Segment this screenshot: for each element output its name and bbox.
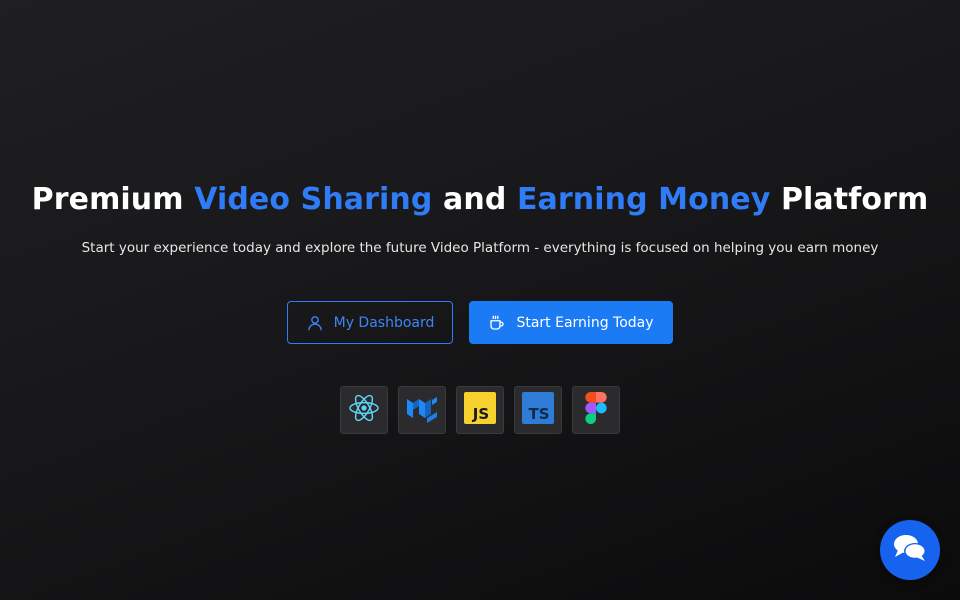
typescript-icon: TS	[522, 392, 554, 428]
tech-tile-typescript: TS	[514, 386, 562, 434]
user-icon	[306, 314, 324, 332]
tech-stack-row: JS TS	[340, 386, 620, 434]
svg-text:JS: JS	[472, 405, 489, 423]
figma-icon	[585, 392, 607, 428]
javascript-icon: JS	[464, 392, 496, 428]
coffee-cup-icon	[488, 314, 506, 332]
tech-tile-figma	[572, 386, 620, 434]
start-earning-label: Start Earning Today	[516, 314, 654, 331]
chat-button[interactable]	[880, 520, 940, 580]
chat-bubbles-icon	[891, 531, 929, 569]
headline-part-3: Platform	[770, 182, 929, 217]
headline-part-1: Premium	[31, 182, 195, 217]
hero-headline: Premium Video Sharing and Earning Money …	[0, 182, 960, 217]
react-icon	[348, 392, 380, 428]
tech-tile-javascript: JS	[456, 386, 504, 434]
headline-accent-earning-money: Earning Money	[516, 182, 771, 217]
tech-tile-react	[340, 386, 388, 434]
hero-subtitle: Start your experience today and explore …	[81, 240, 879, 256]
headline-part-2: and	[432, 182, 517, 217]
mui-icon	[405, 393, 439, 427]
svg-text:TS: TS	[528, 405, 549, 423]
start-earning-button[interactable]: Start Earning Today	[469, 301, 673, 344]
headline-accent-video-sharing: Video Sharing	[194, 182, 433, 217]
tech-tile-mui	[398, 386, 446, 434]
my-dashboard-button[interactable]: My Dashboard	[287, 301, 453, 344]
my-dashboard-label: My Dashboard	[333, 314, 435, 331]
hero-section: Premium Video Sharing and Earning Money …	[0, 0, 960, 600]
